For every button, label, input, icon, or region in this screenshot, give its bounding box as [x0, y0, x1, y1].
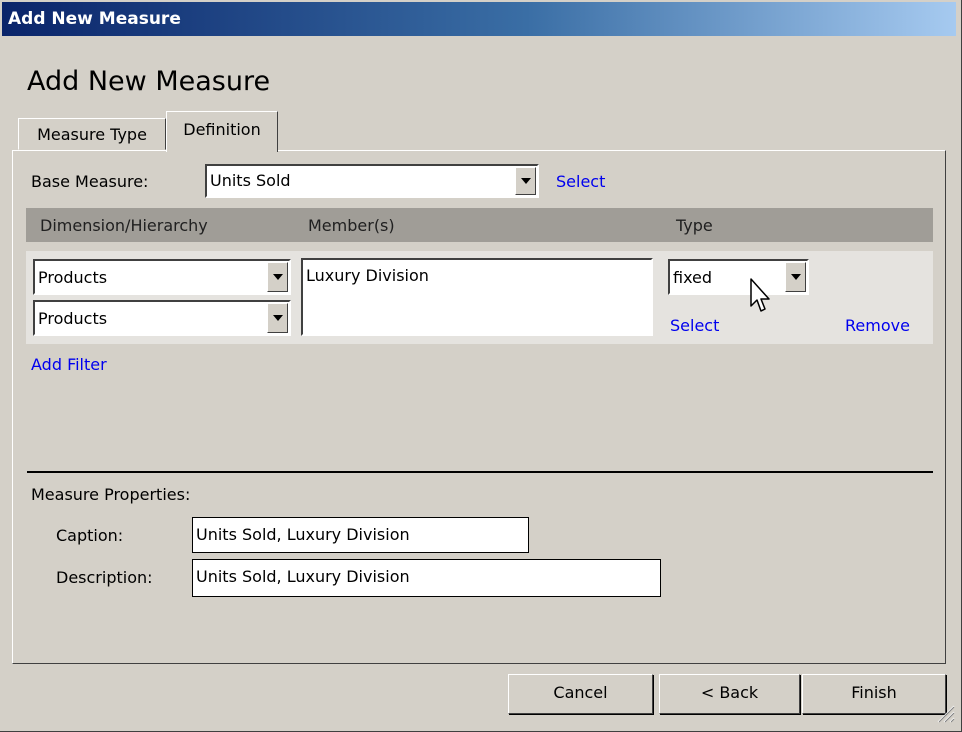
hierarchy-dropdown-button[interactable] — [267, 303, 288, 333]
caption-label: Caption: — [56, 526, 124, 545]
dimension-select[interactable]: Products — [33, 259, 291, 295]
base-measure-select-link[interactable]: Select — [556, 172, 605, 191]
filter-table-header: Dimension/Hierarchy Member(s) Type — [26, 208, 933, 242]
tab-measure-type[interactable]: Measure Type — [18, 118, 166, 150]
column-dimension-hierarchy: Dimension/Hierarchy — [40, 216, 208, 235]
type-select[interactable]: fixed — [668, 259, 809, 295]
description-field[interactable]: Units Sold, Luxury Division — [192, 559, 661, 597]
type-value: fixed — [673, 268, 713, 287]
measure-properties-label: Measure Properties: — [31, 485, 191, 504]
caption-field[interactable]: Units Sold, Luxury Division — [192, 517, 529, 553]
section-divider — [27, 471, 933, 473]
base-measure-select[interactable]: Units Sold — [205, 164, 539, 198]
column-type: Type — [676, 216, 713, 235]
chevron-down-icon — [272, 315, 283, 321]
back-button[interactable]: < Back — [659, 674, 800, 714]
description-label: Description: — [56, 568, 153, 587]
base-measure-dropdown-button[interactable] — [515, 167, 536, 195]
base-measure-value: Units Sold — [210, 171, 291, 190]
chevron-down-icon — [790, 274, 801, 280]
members-value: Luxury Division — [306, 266, 429, 285]
add-new-measure-dialog: Add New Measure Add New Measure Measure … — [0, 0, 962, 732]
member-select-link[interactable]: Select — [670, 316, 719, 335]
base-measure-label: Base Measure: — [31, 172, 149, 191]
window-title: Add New Measure — [8, 9, 181, 29]
mouse-pointer-icon — [750, 278, 770, 312]
chevron-down-icon — [272, 274, 283, 280]
dimension-value: Products — [38, 268, 108, 287]
members-listbox[interactable]: Luxury Division — [301, 258, 653, 336]
window-title-bar[interactable]: Add New Measure — [2, 2, 956, 36]
type-dropdown-button[interactable] — [785, 262, 806, 292]
remove-filter-link[interactable]: Remove — [845, 316, 910, 335]
dimension-dropdown-button[interactable] — [267, 262, 288, 292]
hierarchy-value: Products — [38, 309, 108, 328]
column-members: Member(s) — [308, 216, 395, 235]
resize-grip-icon[interactable] — [932, 700, 956, 724]
hierarchy-select[interactable]: Products — [33, 300, 291, 336]
tab-definition-label: Definition — [183, 120, 261, 139]
page-title: Add New Measure — [27, 66, 271, 97]
cancel-button[interactable]: Cancel — [508, 674, 653, 714]
tab-definition[interactable]: Definition — [166, 111, 278, 152]
chevron-down-icon — [520, 178, 531, 184]
add-filter-link[interactable]: Add Filter — [31, 355, 107, 374]
finish-button[interactable]: Finish — [802, 674, 946, 714]
tab-measure-type-label: Measure Type — [37, 125, 147, 144]
